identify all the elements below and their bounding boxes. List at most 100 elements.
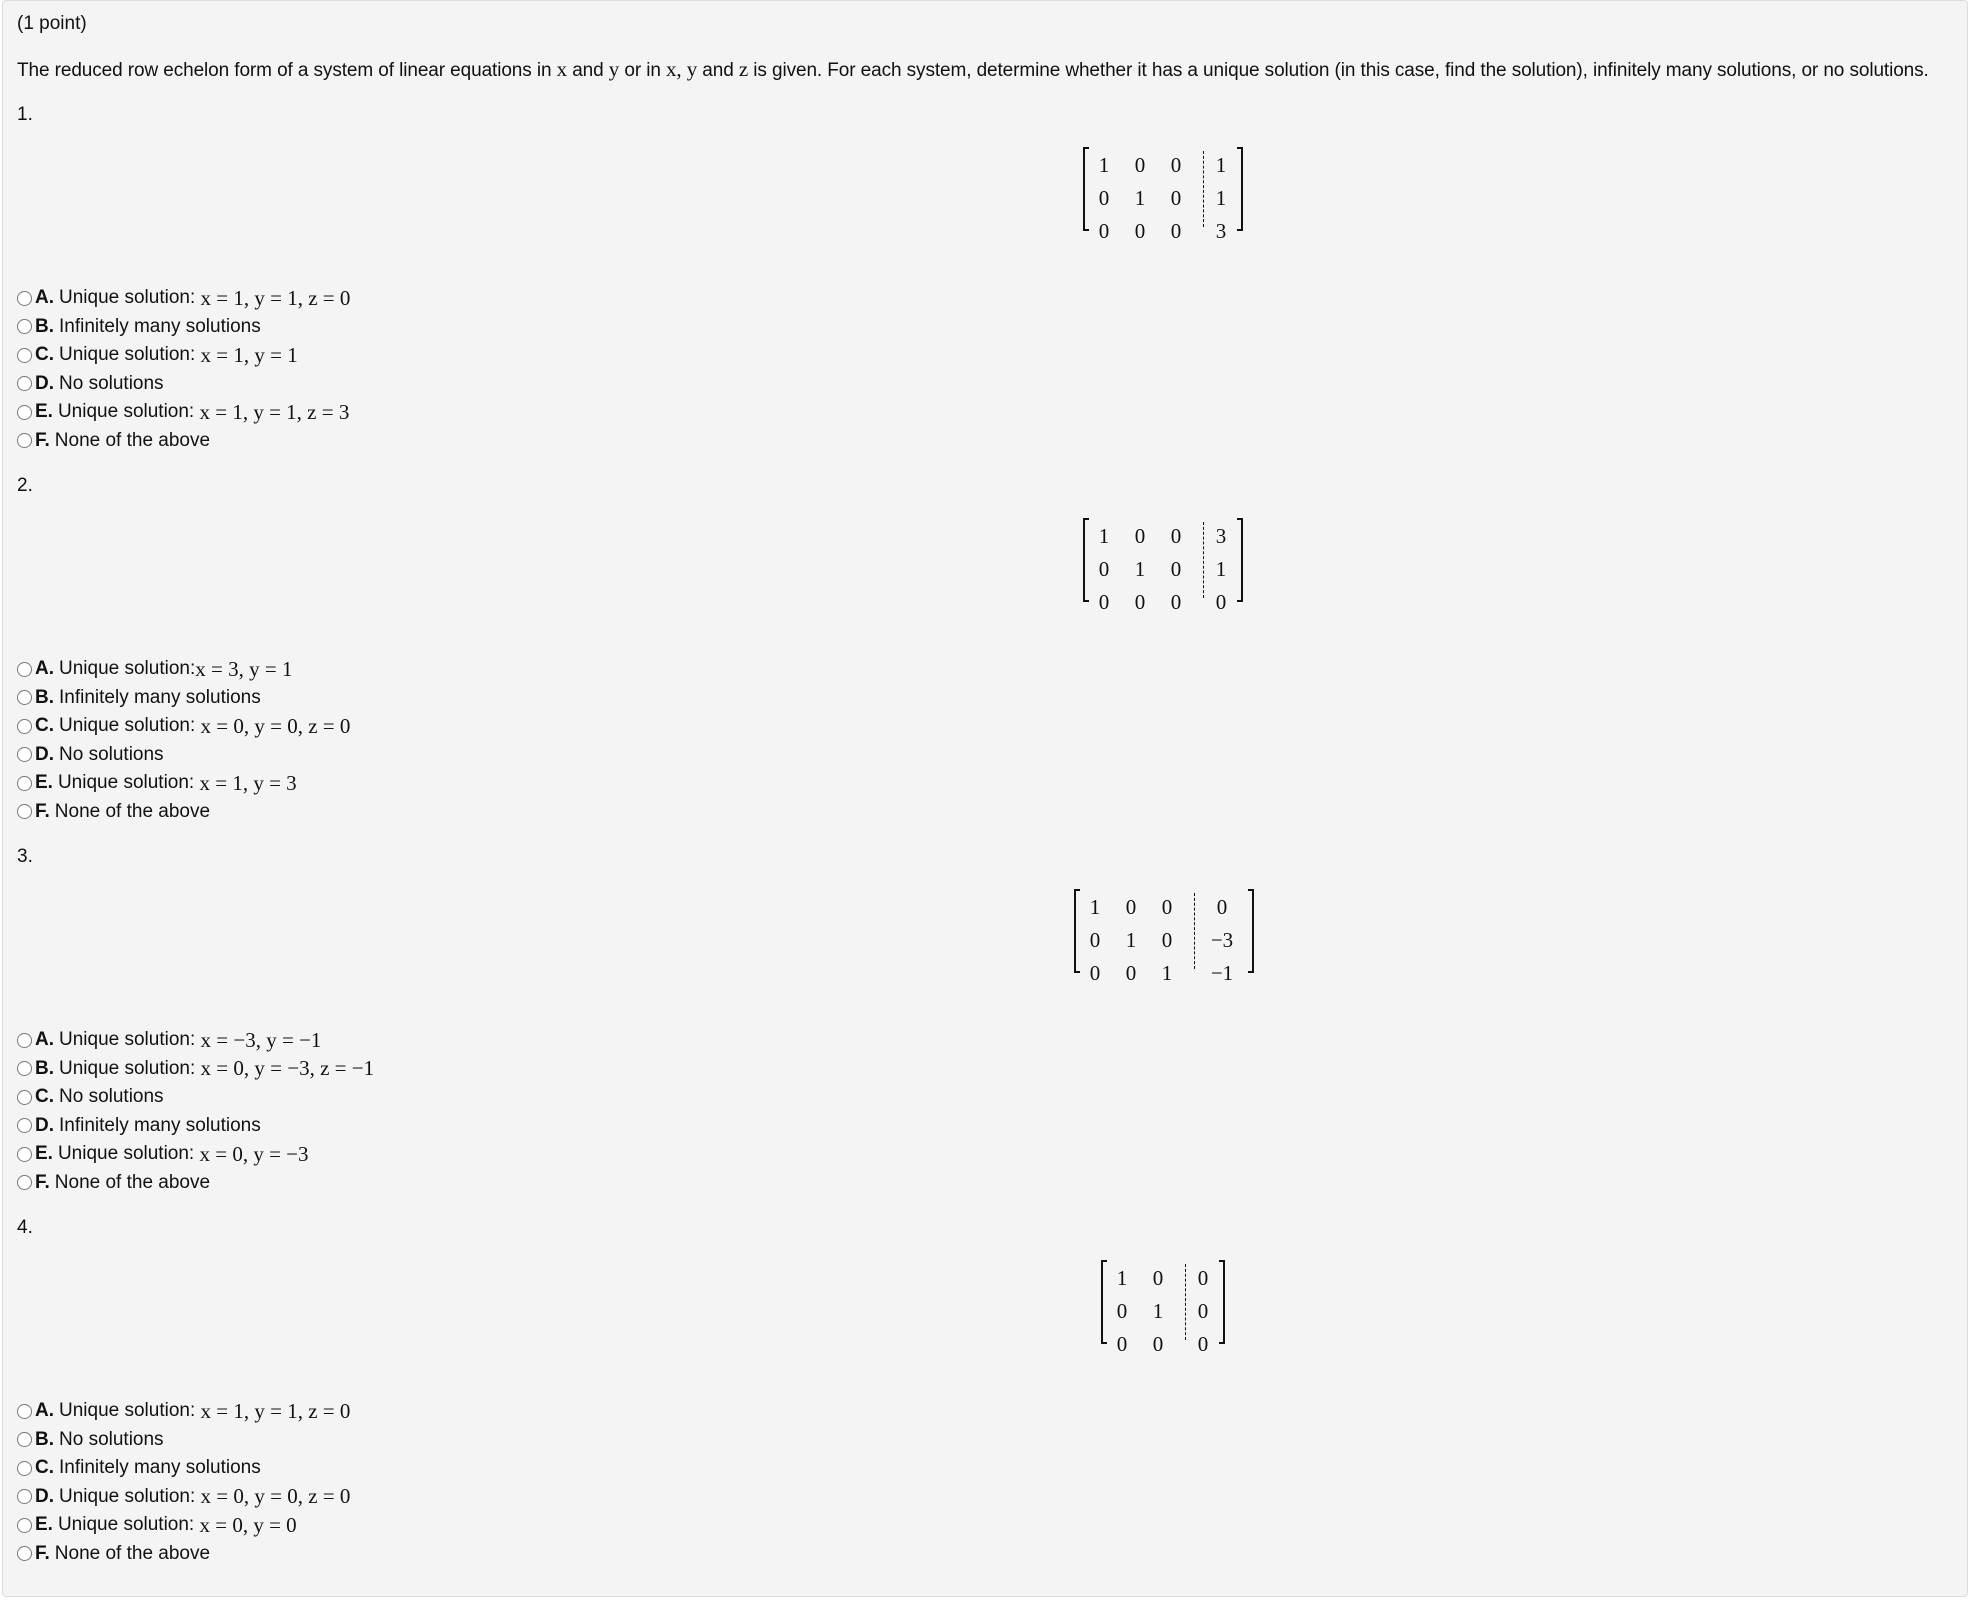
augmented-matrix: 100010000	[1101, 1260, 1225, 1356]
option-letter: D.	[35, 1114, 54, 1136]
matrix-entry: 0	[1134, 524, 1146, 548]
answer-options: A. Unique solution: x = −3, y = −1 B. Uniqu…	[17, 1026, 374, 1197]
option-text: No solutions	[59, 1086, 164, 1108]
option-text: Unique solution:	[59, 1029, 201, 1051]
instructions-text: and	[567, 60, 609, 81]
radio-button[interactable]	[17, 775, 32, 791]
radio-button[interactable]	[17, 1146, 32, 1162]
radio-button[interactable]	[17, 1061, 32, 1077]
option-math: x = 1, y = 1	[200, 342, 298, 367]
answer-option[interactable]: A. Unique solution: x = −3, y = −1	[17, 1026, 374, 1055]
answer-options: A. Unique solution: x = 1, y = 1, z = 0 B.…	[17, 1397, 350, 1568]
answer-option[interactable]: B. No solutions	[17, 1426, 350, 1455]
left-bracket	[1101, 1260, 1107, 1344]
augment-divider	[1203, 151, 1204, 227]
answer-option[interactable]: A. Unique solution: x = 3, y = 1	[17, 655, 350, 684]
radio-button[interactable]	[17, 1517, 32, 1533]
answer-option[interactable]: F. None of the above	[17, 1169, 374, 1198]
radio-button[interactable]	[17, 747, 32, 763]
answer-option[interactable]: A. Unique solution: x = 1, y = 1, z = 0	[17, 284, 350, 313]
option-text: Unique solution:	[59, 1485, 201, 1507]
question-number: 3.	[17, 846, 33, 867]
answer-option[interactable]: C. Infinitely many solutions	[17, 1454, 350, 1483]
matrix-entry: 0	[1161, 895, 1173, 919]
matrix-entry: −1	[1210, 961, 1234, 985]
radio-button[interactable]	[17, 661, 32, 677]
radio-button[interactable]	[17, 1118, 32, 1134]
answer-option[interactable]: D. No solutions	[17, 370, 350, 399]
radio-button[interactable]	[17, 718, 32, 734]
answer-option[interactable]: B. Infinitely many solutions	[17, 313, 350, 342]
left-bracket	[1083, 518, 1089, 602]
answer-option[interactable]: E. Unique solution: x = 0, y = −3	[17, 1140, 374, 1169]
radio-button[interactable]	[17, 1175, 32, 1191]
option-math: x = 0, y = −3, z = −1	[200, 1056, 375, 1081]
matrix-entry: 0	[1116, 1332, 1128, 1356]
radio-button[interactable]	[17, 1403, 32, 1419]
answer-option[interactable]: F. None of the above	[17, 798, 350, 827]
radio-button[interactable]	[17, 690, 32, 706]
option-letter: F.	[35, 1542, 50, 1564]
option-letter: B.	[35, 1428, 54, 1450]
augmented-matrix: 1 0 0 0 0 1 0 −3 0 0 1 −1	[1074, 889, 1254, 985]
option-letter: F.	[35, 429, 50, 451]
option-text: No solutions	[59, 372, 164, 394]
option-math: x = 0, y = −3	[199, 1141, 309, 1166]
answer-option[interactable]: D. No solutions	[17, 741, 350, 770]
option-math: x = −3, y = −1	[200, 1027, 322, 1052]
answer-option[interactable]: A. Unique solution: x = 1, y = 1, z = 0	[17, 1397, 350, 1426]
answer-option[interactable]: F. None of the above	[17, 1540, 350, 1569]
answer-option[interactable]: F. None of the above	[17, 427, 350, 456]
answer-option[interactable]: C. No solutions	[17, 1083, 374, 1112]
answer-option[interactable]: C. Unique solution: x = 0, y = 0, z = 0	[17, 712, 350, 741]
radio-button[interactable]	[17, 347, 32, 363]
answer-option[interactable]: B. Unique solution: x = 0, y = −3, z = −1	[17, 1055, 374, 1084]
matrix-entry: 0	[1216, 895, 1228, 919]
option-text: No solutions	[59, 743, 164, 765]
matrix-entry: 0	[1098, 219, 1110, 243]
radio-button[interactable]	[17, 1460, 32, 1476]
radio-button[interactable]	[17, 1546, 32, 1562]
answer-options: A. Unique solution: x = 1, y = 1, z = 0 B.…	[17, 284, 350, 455]
matrix-entry: 0	[1125, 961, 1137, 985]
answer-option[interactable]: E. Unique solution: x = 1, y = 3	[17, 769, 350, 798]
answer-option[interactable]: D. Infinitely many solutions	[17, 1112, 374, 1141]
answer-option[interactable]: C. Unique solution: x = 1, y = 1	[17, 341, 350, 370]
answer-option[interactable]: B. Infinitely many solutions	[17, 684, 350, 713]
option-text: Unique solution:	[57, 401, 200, 423]
option-text: Unique solution:	[57, 772, 200, 794]
matrix-entry: 3	[1215, 219, 1227, 243]
matrix-entry: 1	[1215, 186, 1227, 210]
option-text: Infinitely many solutions	[59, 686, 261, 708]
radio-button[interactable]	[17, 1032, 32, 1048]
radio-button[interactable]	[17, 433, 32, 449]
radio-button[interactable]	[17, 1089, 32, 1105]
radio-button[interactable]	[17, 404, 32, 420]
radio-button[interactable]	[17, 1489, 32, 1505]
question-number: 4.	[17, 1217, 33, 1238]
option-math: x = 0, y = 0	[199, 1512, 297, 1537]
option-letter: C.	[35, 1086, 54, 1108]
radio-button[interactable]	[17, 319, 32, 335]
option-text: No solutions	[59, 1428, 164, 1450]
matrix-entry: 3	[1215, 524, 1227, 548]
matrix-entry: 0	[1125, 895, 1137, 919]
option-text: Unique solution:	[59, 658, 196, 680]
matrix-entry: 0	[1170, 153, 1182, 177]
left-bracket	[1083, 147, 1089, 231]
matrix-entry: 0	[1098, 186, 1110, 210]
radio-button[interactable]	[17, 804, 32, 820]
var-x: x	[556, 57, 568, 81]
answer-option[interactable]: D. Unique solution: x = 0, y = 0, z = 0	[17, 1483, 350, 1512]
answer-option[interactable]: E. Unique solution: x = 0, y = 0	[17, 1511, 350, 1540]
radio-button[interactable]	[17, 376, 32, 392]
option-letter: D.	[35, 743, 54, 765]
option-letter: C.	[35, 715, 54, 737]
matrix-entry: 0	[1215, 590, 1227, 614]
matrix-entry: 1	[1098, 524, 1110, 548]
matrix-entry: 1	[1134, 186, 1146, 210]
option-letter: B.	[35, 1057, 54, 1079]
answer-option[interactable]: E. Unique solution: x = 1, y = 1, z = 3	[17, 398, 350, 427]
radio-button[interactable]	[17, 1432, 32, 1448]
radio-button[interactable]	[17, 290, 32, 306]
